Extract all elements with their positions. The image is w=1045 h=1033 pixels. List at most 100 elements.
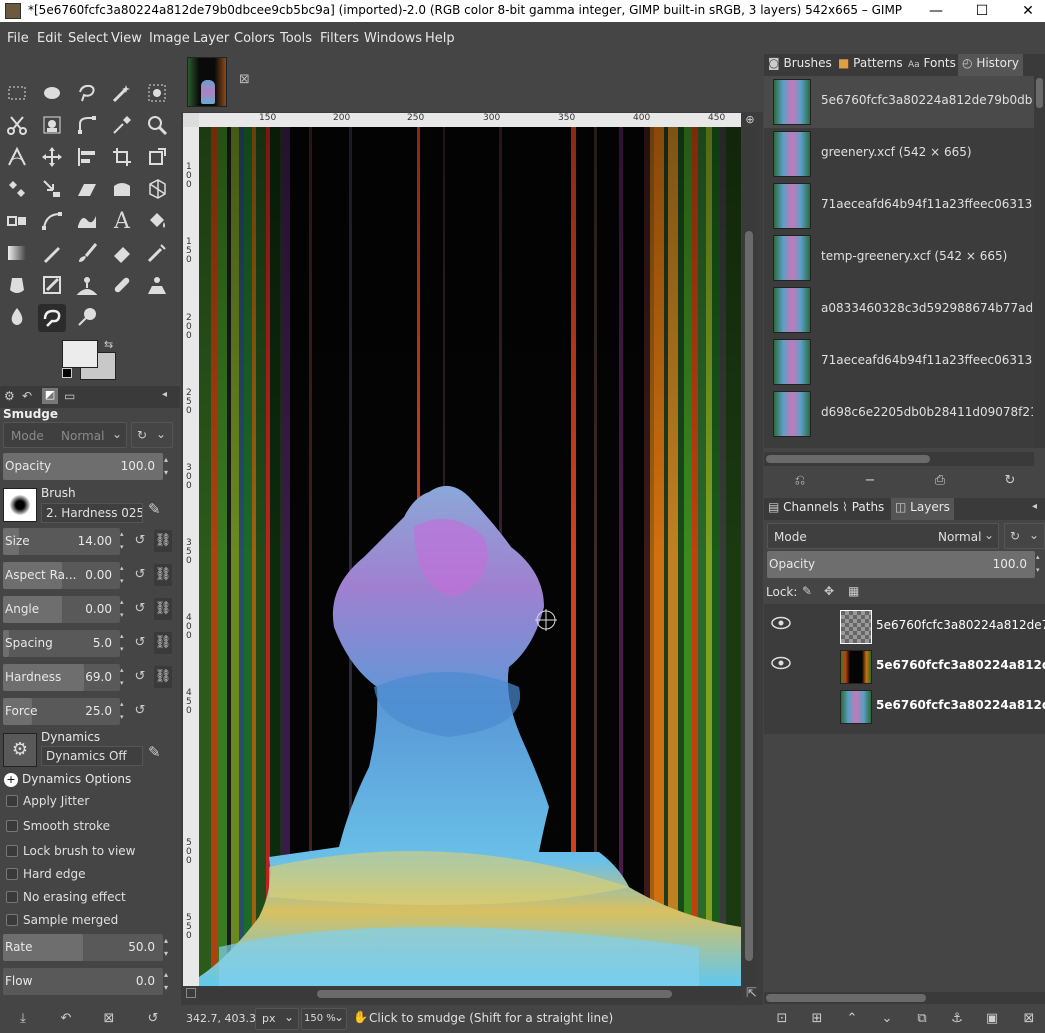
visibility-eye-icon[interactable] xyxy=(771,616,791,630)
menu-windows[interactable]: Windows xyxy=(364,31,422,46)
flow-slider[interactable]: Flow 0.0 xyxy=(3,968,163,995)
menu-filters[interactable]: Filters xyxy=(320,31,359,46)
tab-paths[interactable]: ⌇ Paths xyxy=(838,498,888,518)
angle-slider[interactable]: Angle 0.00 xyxy=(3,596,120,623)
tab-patterns[interactable]: ■ Patterns xyxy=(834,54,907,74)
expand-icon[interactable]: + xyxy=(4,773,18,787)
paintbrush-icon[interactable] xyxy=(75,242,99,266)
zoom-to-fit-icon[interactable]: ⇱ xyxy=(746,986,757,1001)
mypaint-brush-icon[interactable] xyxy=(40,274,64,298)
menu-select[interactable]: Select xyxy=(68,31,108,46)
size-slider[interactable]: Size 14.00 xyxy=(3,528,120,555)
vertical-scrollbar[interactable] xyxy=(742,127,756,986)
default-colors-icon[interactable] xyxy=(62,368,72,378)
opacity-slider[interactable]: Opacity 100.0 xyxy=(3,453,163,480)
dock-menu-icon[interactable]: ◂ xyxy=(1032,501,1037,512)
tab-channels[interactable]: ▤ Channels xyxy=(764,498,843,518)
images-tab-icon[interactable]: ▭ xyxy=(64,389,75,403)
maximize-button[interactable]: ☐ xyxy=(959,0,1005,22)
dodge-burn-icon[interactable] xyxy=(75,306,99,330)
history-item[interactable]: greenery.xcf (542 × 665) xyxy=(764,128,1034,180)
force-reset-icon[interactable]: ↺ xyxy=(131,700,149,722)
edit-brush-icon[interactable]: ✎ xyxy=(148,500,161,518)
history-item[interactable]: 71aeceafd64b94f11a23ffeec0631321 xyxy=(764,180,1034,232)
align-icon[interactable] xyxy=(75,146,99,170)
aspect-ratio-reset-icon[interactable]: ↺ xyxy=(131,564,149,586)
visibility-eye-icon[interactable] xyxy=(771,656,791,670)
angle-reset-icon[interactable]: ↺ xyxy=(131,598,149,620)
history-vscrollbar[interactable] xyxy=(1034,76,1045,448)
scissors-icon[interactable] xyxy=(5,114,29,138)
duplicate-layer-icon[interactable]: ⧉ xyxy=(913,1010,931,1028)
history-item[interactable]: a0833460328c3d592988674b77ad98b xyxy=(764,284,1034,336)
horizontal-scrollbar[interactable] xyxy=(199,987,741,1001)
no-erasing-checkbox[interactable] xyxy=(6,891,18,903)
layer-mask-icon[interactable]: ▣ xyxy=(983,1010,1001,1028)
history-hscrollbar[interactable] xyxy=(764,452,1034,466)
force-spinner[interactable]: ▴ ▾ xyxy=(120,698,128,725)
new-layer-group-icon[interactable]: ⊡ xyxy=(773,1010,791,1028)
angle-spinner[interactable]: ▴ ▾ xyxy=(120,596,128,623)
menu-tools[interactable]: Tools xyxy=(280,31,312,46)
tool-options-tab-icon[interactable]: ⚙ xyxy=(4,389,15,403)
eraser-icon[interactable] xyxy=(110,242,134,266)
lock-alpha-icon[interactable]: ▦ xyxy=(848,584,859,598)
dynamics-name-field[interactable]: Dynamics Off xyxy=(41,746,143,766)
pencil-icon[interactable] xyxy=(40,242,64,266)
crop-icon[interactable] xyxy=(110,146,134,170)
remove-icon[interactable]: − xyxy=(861,472,879,490)
layer-opacity-spinner[interactable]: ▴ ▾ xyxy=(1036,551,1045,578)
close-button[interactable]: ✕ xyxy=(1005,0,1045,22)
paths-icon[interactable] xyxy=(75,114,99,138)
tab-layers[interactable]: ◫ Layers xyxy=(891,498,954,520)
tab-history[interactable]: ◴ History xyxy=(958,54,1024,76)
move-icon[interactable] xyxy=(40,146,64,170)
zoom-icon[interactable] xyxy=(145,114,169,138)
rect-select-icon[interactable] xyxy=(5,82,29,106)
foreground-select-icon[interactable] xyxy=(40,114,64,138)
swap-colors-icon[interactable]: ⇆ xyxy=(104,338,113,351)
aspect-ratio-link-icon[interactable]: ⛓ xyxy=(154,564,172,586)
lock-brush-checkbox[interactable] xyxy=(6,845,18,857)
menu-layer[interactable]: Layer xyxy=(193,31,229,46)
flip-icon[interactable] xyxy=(5,210,29,234)
clear-history-icon[interactable]: ⎙ xyxy=(931,472,949,490)
history-item[interactable]: 71aeceafd64b94f11a23ffeec0631321 xyxy=(764,336,1034,388)
aspect-ratio-spinner[interactable]: ▴ ▾ xyxy=(120,562,128,589)
smooth-stroke-checkbox[interactable] xyxy=(6,820,18,832)
perspective-icon[interactable] xyxy=(145,178,169,202)
spacing-spinner[interactable]: ▴ ▾ xyxy=(120,630,128,657)
force-slider[interactable]: Force 25.0 xyxy=(3,698,120,725)
redo-icon[interactable]: ↻ xyxy=(1001,472,1019,490)
blur-sharpen-icon[interactable] xyxy=(5,306,29,330)
cage-transform-icon[interactable] xyxy=(110,178,134,202)
dynamics-preview-icon[interactable]: ⚙ xyxy=(3,733,37,767)
hardness-spinner[interactable]: ▴ ▾ xyxy=(120,664,128,691)
color-picker-icon[interactable] xyxy=(110,114,134,138)
size-link-icon[interactable]: ⛓ xyxy=(154,530,172,552)
lasso-icon[interactable] xyxy=(75,82,99,106)
smudge-icon[interactable] xyxy=(38,304,66,332)
save-options-icon[interactable]: ⤓ xyxy=(14,1010,32,1028)
zoom-select[interactable]: 150 % ⌄ xyxy=(301,1008,347,1030)
device-status-tab-icon[interactable]: ↶ xyxy=(22,389,32,403)
edit-dynamics-icon[interactable]: ✎ xyxy=(148,743,161,761)
layer-opacity-slider[interactable]: Opacity 100.0 xyxy=(767,551,1035,578)
menu-file[interactable]: File xyxy=(7,31,29,46)
ruler-corner[interactable] xyxy=(183,113,199,127)
clone-icon[interactable] xyxy=(75,274,99,298)
layers-hscrollbar[interactable] xyxy=(764,992,1045,1004)
spacing-reset-icon[interactable]: ↺ xyxy=(131,632,149,654)
reset-options-icon[interactable]: ↺ xyxy=(144,1010,162,1028)
lower-layer-icon[interactable]: ⌄ xyxy=(878,1010,896,1028)
mode-select[interactable]: Mode Normal ⌄ xyxy=(3,422,127,448)
tab-brushes[interactable]: ◙ Brushes xyxy=(764,54,836,74)
menu-colors[interactable]: Colors xyxy=(234,31,275,46)
hard-edge-checkbox[interactable] xyxy=(6,868,18,880)
angle-link-icon[interactable]: ⛓ xyxy=(154,598,172,620)
quick-mask-icon[interactable] xyxy=(186,988,196,998)
ink-icon[interactable] xyxy=(5,274,29,298)
minimize-button[interactable]: — xyxy=(913,0,959,22)
measure-icon[interactable] xyxy=(5,146,29,170)
aspect-ratio-slider[interactable]: Aspect Ra... 0.00 xyxy=(3,562,120,589)
